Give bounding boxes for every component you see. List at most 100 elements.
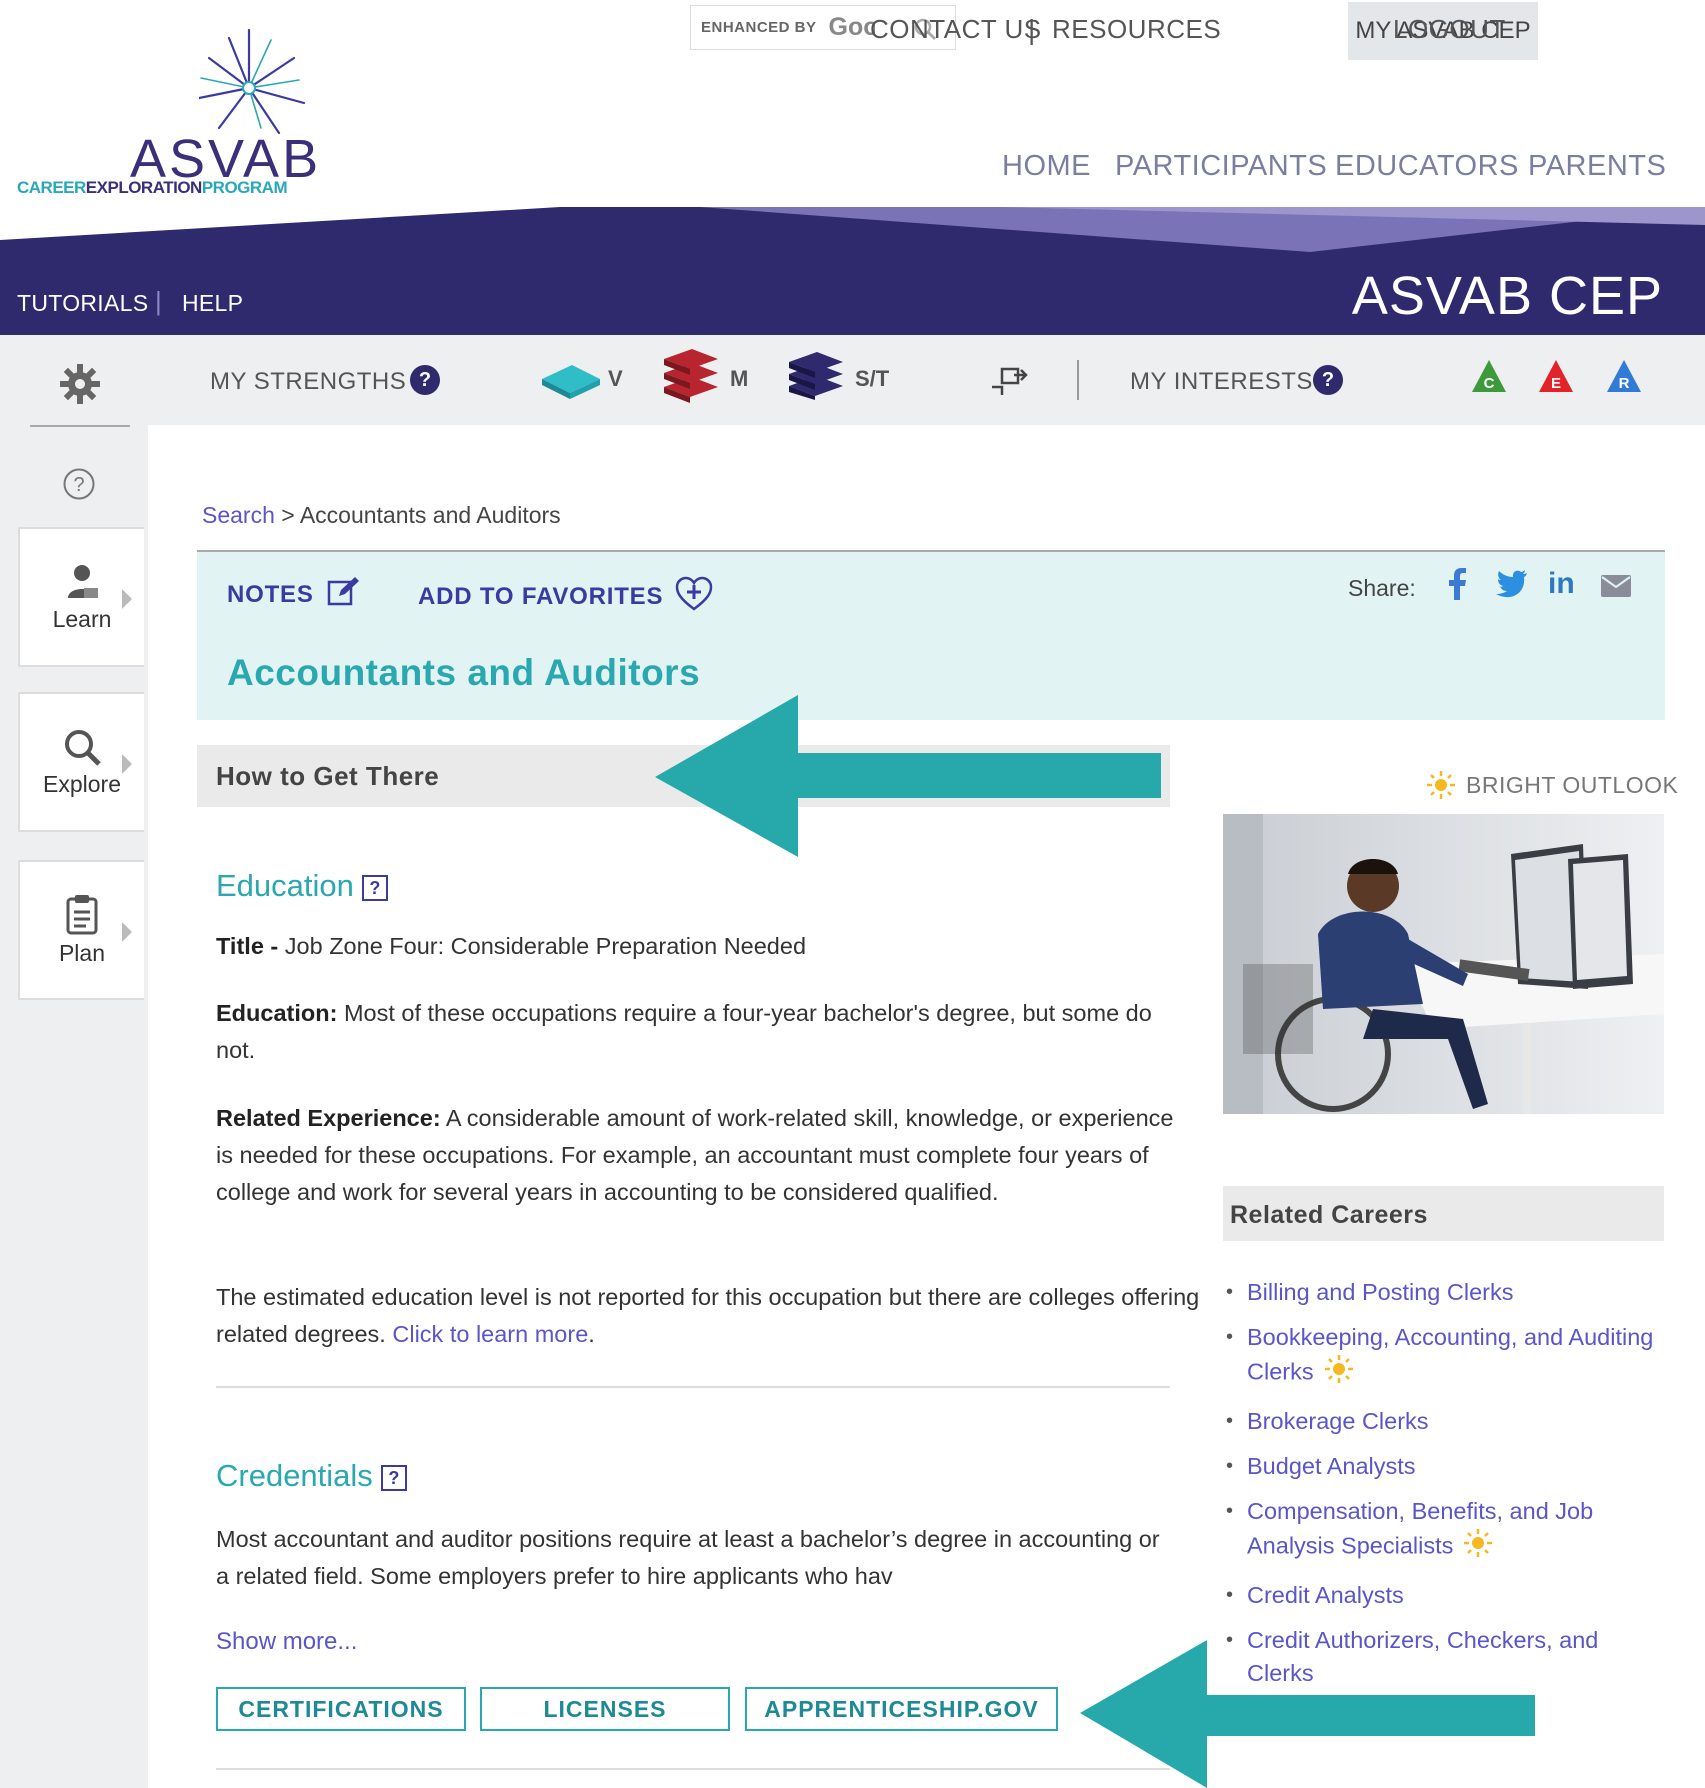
sidebar-help-icon[interactable]: ? bbox=[62, 467, 96, 506]
experience-label: Related Experience: bbox=[216, 1105, 441, 1131]
annotation-arrow-bottom bbox=[1080, 1640, 1535, 1788]
contact-us-link[interactable]: CONTACT US bbox=[870, 14, 1042, 45]
toolbar-divider bbox=[1077, 360, 1079, 400]
related-experience: Related Experience: A considerable amoun… bbox=[216, 1100, 1176, 1211]
search-brand: Google bbox=[828, 13, 875, 41]
chevron-right-icon bbox=[122, 754, 132, 774]
share-label: Share: bbox=[1348, 575, 1416, 601]
interest-c-triangle-icon[interactable]: C bbox=[1470, 358, 1508, 399]
licenses-button[interactable]: LICENSES bbox=[480, 1687, 730, 1731]
title-value: Job Zone Four: Considerable Preparation … bbox=[278, 933, 807, 959]
my-interests-label: MY INTERESTS bbox=[1130, 368, 1313, 395]
education-label: Education: bbox=[216, 1000, 338, 1026]
related-career-item[interactable]: Billing and Posting Clerks bbox=[1226, 1276, 1666, 1309]
tutorials-link[interactable]: TUTORIALS bbox=[17, 290, 148, 317]
bright-outlook-sun-icon bbox=[1463, 1528, 1493, 1567]
related-career-link[interactable]: Bookkeeping, Accounting, and Auditing Cl… bbox=[1247, 1324, 1653, 1385]
apprenticeship-gov-button[interactable]: APPRENTICESHIP.GOV bbox=[745, 1687, 1058, 1731]
related-career-item[interactable]: Credit Analysts bbox=[1226, 1579, 1666, 1612]
credentials-heading-text: Credentials bbox=[216, 1458, 373, 1493]
related-career-item[interactable]: Bookkeeping, Accounting, and Auditing Cl… bbox=[1226, 1321, 1666, 1393]
math-books-icon[interactable] bbox=[660, 345, 722, 410]
science-books-icon[interactable] bbox=[785, 350, 847, 407]
logo-tag-exploration: EXPLORATION bbox=[85, 178, 203, 197]
interests-help-icon[interactable]: ? bbox=[1313, 365, 1343, 395]
swap-icon[interactable] bbox=[990, 365, 1030, 402]
related-career-link[interactable]: Compensation, Benefits, and Job Analysis… bbox=[1247, 1498, 1593, 1559]
breadcrumb-search-link[interactable]: Search bbox=[202, 502, 275, 528]
related-career-item[interactable]: Compensation, Benefits, and Job Analysis… bbox=[1226, 1495, 1666, 1567]
asvab-logo[interactable]: ASVAB CAREEREXPLORATIONPROGRAM bbox=[14, 28, 334, 198]
settings-gear-icon[interactable] bbox=[58, 362, 102, 411]
related-careers-heading: Related Careers bbox=[1230, 1201, 1428, 1229]
math-score-label: M bbox=[730, 366, 749, 391]
search-enhanced-label: ENHANCED BY bbox=[701, 19, 817, 36]
education-description: Education: Most of these occupations req… bbox=[216, 995, 1176, 1069]
related-careers-header: Related Careers bbox=[1223, 1186, 1664, 1241]
email-envelope-icon[interactable] bbox=[1601, 575, 1631, 602]
related-career-link[interactable]: Billing and Posting Clerks bbox=[1247, 1279, 1513, 1305]
learn-more-link[interactable]: Click to learn more bbox=[392, 1321, 588, 1347]
certifications-button[interactable]: CERTIFICATIONS bbox=[216, 1687, 466, 1731]
favorites-label: ADD TO FAVORITES bbox=[418, 583, 664, 610]
related-career-link[interactable]: Credit Analysts bbox=[1247, 1582, 1404, 1608]
logo-tag-program: PROGRAM bbox=[201, 178, 288, 197]
bright-outlook-sun-icon bbox=[1324, 1354, 1354, 1393]
interest-e-triangle-icon[interactable]: E bbox=[1537, 358, 1575, 399]
twitter-icon[interactable] bbox=[1496, 570, 1528, 603]
education-help-icon[interactable]: ? bbox=[361, 874, 388, 901]
sidebar-item-label: Explore bbox=[43, 770, 121, 797]
sidebar-item-label: Learn bbox=[52, 605, 112, 632]
chevron-right-icon bbox=[122, 589, 132, 609]
sidebar-item-learn[interactable]: Learn bbox=[18, 527, 144, 667]
occupation-photo bbox=[1223, 814, 1664, 1114]
nav-home[interactable]: HOME bbox=[1002, 150, 1091, 183]
linkedin-icon[interactable]: in bbox=[1548, 567, 1575, 601]
breadcrumb-separator: > bbox=[274, 502, 300, 528]
interest-r-triangle-icon[interactable]: R bbox=[1605, 358, 1643, 399]
nav-parents[interactable]: PARENTS bbox=[1528, 150, 1666, 183]
my-strengths-label: MY STRENGTHS bbox=[210, 368, 407, 395]
explore-magnifier-icon bbox=[65, 729, 101, 766]
nav-educators[interactable]: EDUCATORS bbox=[1335, 150, 1519, 183]
education-title-line: Title - Job Zone Four: Considerable Prep… bbox=[216, 928, 1176, 965]
sidebar-item-explore[interactable]: Explore bbox=[18, 692, 144, 832]
nav-participants[interactable]: PARTICIPANTS bbox=[1115, 150, 1327, 183]
related-career-item[interactable]: Brokerage Clerks bbox=[1226, 1405, 1666, 1438]
strengths-help-icon[interactable]: ? bbox=[410, 365, 440, 395]
heart-plus-icon bbox=[675, 576, 712, 611]
education-estimate: The estimated education level is not rep… bbox=[216, 1279, 1206, 1353]
show-more-link[interactable]: Show more... bbox=[216, 1628, 357, 1656]
add-to-favorites-button[interactable]: ADD TO FAVORITES bbox=[418, 576, 713, 612]
section-heading: How to Get There bbox=[216, 761, 440, 791]
svg-text:?: ? bbox=[73, 474, 84, 496]
science-score-label: S/T bbox=[855, 366, 890, 391]
verbal-books-icon[interactable] bbox=[540, 355, 602, 408]
interest-code-c: C bbox=[1484, 375, 1495, 392]
related-career-link[interactable]: Budget Analysts bbox=[1247, 1453, 1416, 1479]
page-title: Accountants and Auditors bbox=[227, 652, 701, 693]
section-divider-bottom bbox=[216, 1768, 1170, 1770]
logo-tagline: CAREEREXPLORATIONPROGRAM bbox=[17, 178, 288, 198]
notes-button[interactable]: NOTES bbox=[227, 576, 361, 609]
title-label: Title - bbox=[216, 933, 279, 959]
credentials-help-icon[interactable]: ? bbox=[380, 1464, 407, 1491]
section-divider bbox=[216, 1386, 1170, 1388]
logout-link[interactable]: LOGOUT bbox=[1393, 14, 1506, 45]
facebook-icon[interactable] bbox=[1447, 568, 1467, 605]
education-value: Most of these occupations require a four… bbox=[216, 1000, 1152, 1063]
verbal-score-label: V bbox=[608, 366, 623, 391]
sidebar-item-label: Plan bbox=[58, 939, 106, 966]
page: ENHANCED BY Google CONTACT US | RESOURCE… bbox=[0, 0, 1705, 1788]
sidebar-item-plan[interactable]: Plan bbox=[18, 860, 144, 1000]
banner-title: ASVAB CEP bbox=[1351, 266, 1663, 326]
help-link[interactable]: HELP bbox=[182, 290, 243, 317]
notes-label: NOTES bbox=[227, 581, 314, 608]
related-career-item[interactable]: Budget Analysts bbox=[1226, 1450, 1666, 1483]
related-career-link[interactable]: Brokerage Clerks bbox=[1247, 1408, 1429, 1434]
sun-icon bbox=[1427, 771, 1455, 799]
utility-separator: | bbox=[1028, 14, 1036, 45]
star-burst-icon bbox=[199, 28, 306, 135]
education-heading-text: Education bbox=[216, 868, 354, 903]
resources-link[interactable]: RESOURCES bbox=[1052, 14, 1221, 45]
